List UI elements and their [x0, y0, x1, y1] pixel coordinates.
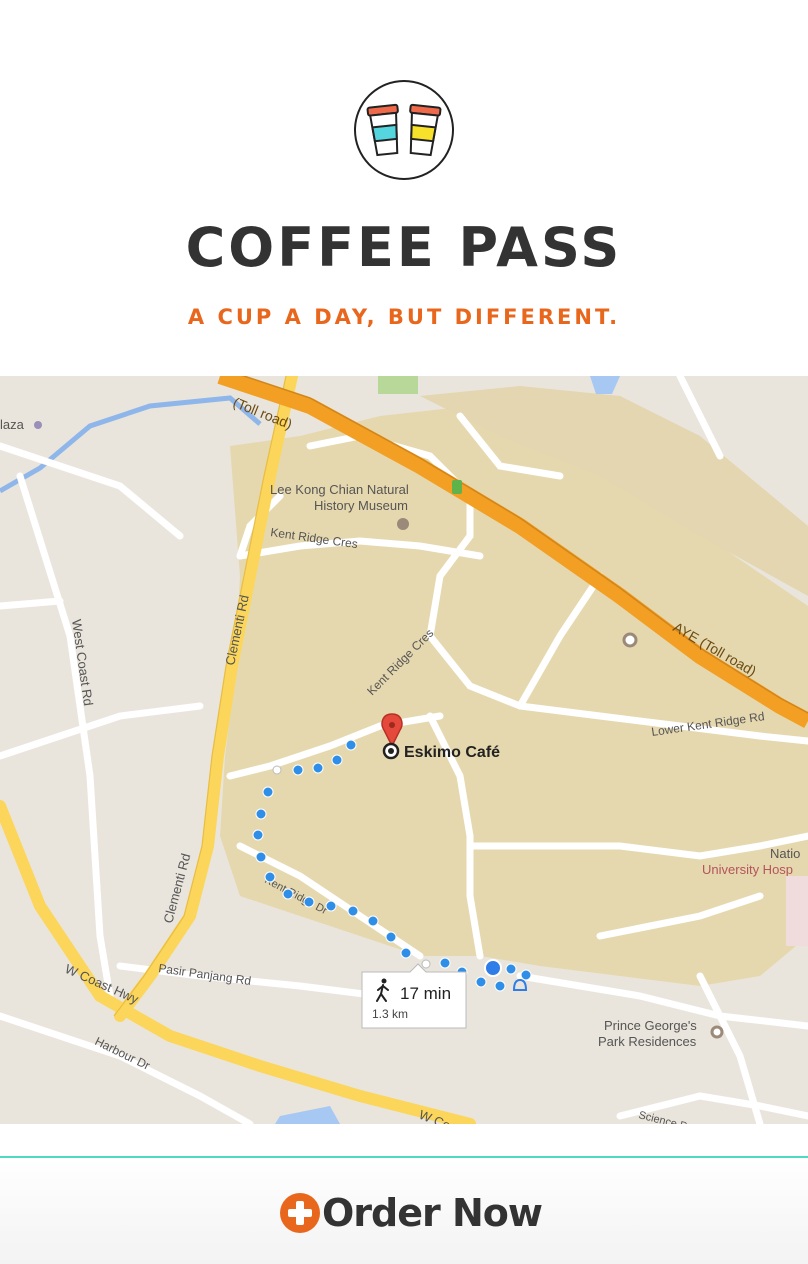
app-title: COFFEE PASS	[185, 216, 623, 279]
route-distance: 1.3 km	[372, 1007, 408, 1021]
label-museum-2: History Museum	[314, 498, 408, 513]
plus-circle-icon	[280, 1193, 320, 1233]
poi-icon	[622, 632, 638, 648]
app-tagline: A CUP A DAY, BUT DIFFERENT.	[187, 305, 621, 329]
highway-shield-icon	[452, 480, 462, 494]
residence-icon	[710, 1025, 724, 1039]
route-info-callout[interactable]: 17 min 1.3 km	[361, 963, 467, 1029]
route-map[interactable]: (Toll road) laza Lee Kong Chian Natural …	[0, 376, 808, 1124]
label-hospital-2: University Hosp	[702, 862, 793, 877]
park-patch	[378, 376, 418, 394]
header: COFFEE PASS A CUP A DAY, BUT DIFFERENT.	[0, 0, 808, 376]
label-hospital-1: Natio	[770, 846, 800, 861]
museum-icon	[397, 518, 409, 530]
hospital-area	[786, 876, 808, 946]
order-now-label: Order Now	[322, 1191, 543, 1235]
route-duration: 17 min	[400, 984, 451, 1003]
order-bar: Order Now	[0, 1156, 808, 1264]
label-museum-1: Lee Kong Chian Natural	[270, 482, 409, 497]
current-location-icon	[484, 959, 502, 977]
destination-marker-icon	[382, 742, 400, 760]
order-now-button[interactable]: Order Now	[280, 1188, 543, 1238]
plaza-icon	[34, 421, 42, 429]
label-plaza: laza	[0, 417, 25, 432]
label-pgpr-2: Park Residences	[598, 1034, 697, 1049]
label-pgpr-1: Prince George's	[604, 1018, 697, 1033]
destination-label: Eskimo Café	[404, 744, 500, 761]
coffee-cups-logo-icon	[354, 80, 454, 180]
